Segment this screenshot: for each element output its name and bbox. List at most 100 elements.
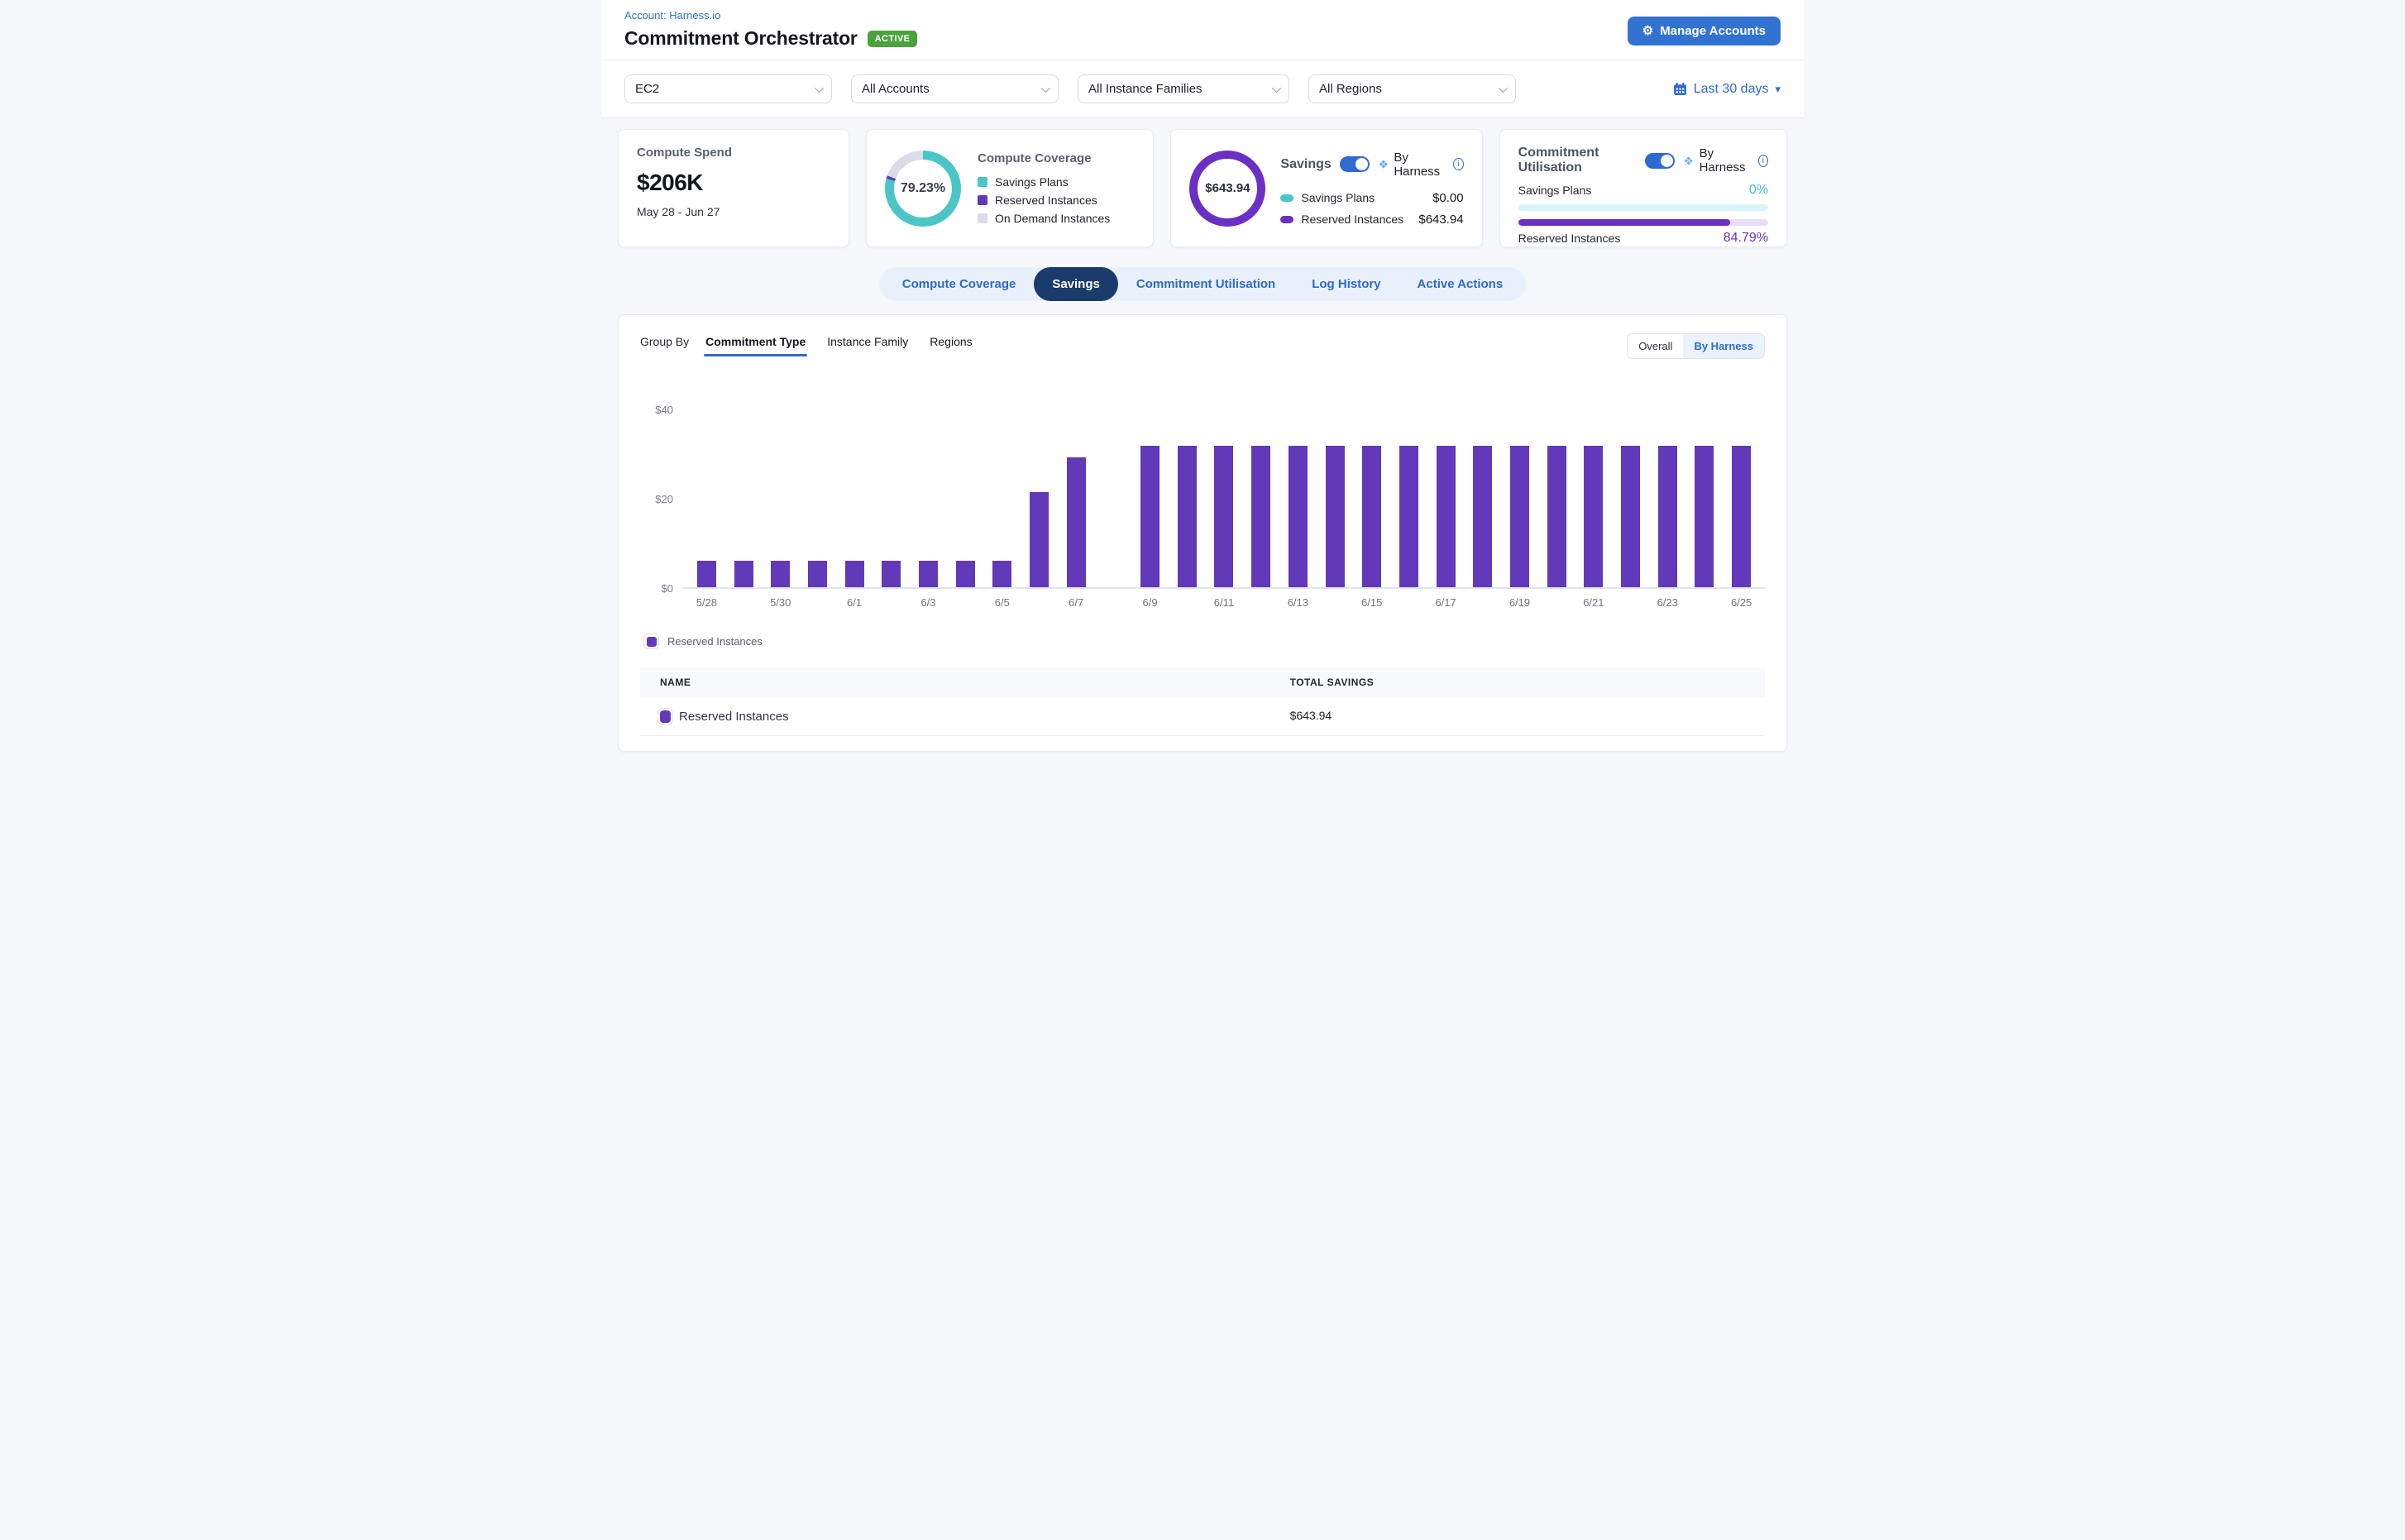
bar-6/18 [1464,397,1501,587]
bar-6/11 [1206,397,1243,587]
x-tick [1095,596,1132,609]
group-tab-commitment-type[interactable]: Commitment Type [704,333,807,356]
caret-down-icon: ▾ [1775,83,1781,96]
x-tick: 6/1 [836,596,873,609]
x-tick [799,596,836,609]
tab-compute-coverage[interactable]: Compute Coverage [884,267,1035,301]
info-icon[interactable]: i [1453,158,1464,170]
bar-5/31 [799,397,836,587]
savings-plans-swatch [978,177,987,187]
bar-6/13 [1279,397,1317,587]
bar-5/29 [725,397,763,587]
bar-5/28 [688,397,725,587]
commitment-utilisation-card: Commitment Utilisation By Harness i Savi… [1499,129,1787,247]
compute-spend-period: May 28 - Jun 27 [637,205,830,218]
x-axis: 5/285/306/16/36/56/76/96/116/136/156/176… [683,596,1765,609]
row-total-savings: $643.94 [1290,709,1332,722]
tab-active-actions[interactable]: Active Actions [1399,267,1522,301]
info-icon[interactable]: i [1758,155,1768,167]
bar-6/8 [1095,397,1132,587]
y-tick-40: $40 [655,404,673,416]
x-tick [1686,596,1724,609]
bar-6/10 [1169,397,1206,587]
on-demand-swatch [978,213,987,223]
group-tab-instance-family[interactable]: Instance Family [825,333,910,356]
legend-label: Reserved Instances [667,635,763,648]
bar-6/9 [1131,397,1169,587]
date-range-picker[interactable]: Last 30 days ▾ [1673,82,1781,97]
bar-6/2 [873,397,910,587]
x-tick [1021,596,1058,609]
utilisation-by-harness-toggle[interactable] [1645,153,1675,169]
savings-title: Savings [1280,157,1331,172]
chevron-down-icon [1499,83,1508,92]
coverage-donut-label: 79.23% [901,181,945,196]
view-toggle-overall[interactable]: Overall [1628,334,1683,358]
bar-6/25 [1723,397,1760,587]
x-tick: 6/21 [1575,596,1613,609]
accounts-select[interactable]: All Accounts [851,74,1059,103]
legend-swatch[interactable] [643,634,659,649]
instance-families-select[interactable]: All Instance Families [1078,74,1289,103]
savings-plans-swatch [1280,194,1293,202]
savings-donut-label: $643.94 [1205,181,1250,195]
savings-panel: Group By Commitment Type Instance Family… [618,314,1787,752]
x-tick [1464,596,1501,609]
bar-6/21 [1575,397,1613,587]
savings-by-harness-toggle[interactable] [1340,156,1370,172]
compute-coverage-title: Compute Coverage [978,151,1110,165]
x-tick: 6/7 [1058,596,1095,609]
savings-row-savings-plans: Savings Plans $0.00 [1280,191,1463,205]
harness-logo-icon [1378,157,1389,171]
table-row[interactable]: Reserved Instances $643.94 [640,697,1765,736]
group-tab-regions[interactable]: Regions [928,333,973,356]
bar-6/1 [836,397,873,587]
view-toggle-by-harness[interactable]: By Harness [1683,334,1764,358]
compute-coverage-card: 79.23% Compute Coverage Savings Plans Re… [866,129,1154,247]
savings-plans-label: Savings Plans [995,175,1069,189]
column-name: NAME [640,667,1270,697]
tab-commitment-utilisation[interactable]: Commitment Utilisation [1118,267,1293,301]
reserved-instances-swatch [1280,216,1293,223]
savings-plans-progress-bar [1518,204,1768,211]
reserved-instances-percent: 84.79% [1724,231,1768,246]
coverage-donut-chart: 79.23% [885,151,961,227]
chart-legend: Reserved Instances [643,634,1765,649]
bar-6/24 [1686,397,1724,587]
regions-select-value: All Regions [1319,82,1382,96]
y-axis: $40 $20 $0 [640,397,683,589]
on-demand-label: On Demand Instances [995,212,1110,225]
regions-select[interactable]: All Regions [1308,74,1516,103]
manage-accounts-button[interactable]: ⚙ Manage Accounts [1628,17,1781,45]
bar-5/30 [762,397,799,587]
legend-item-savings-plans: Savings Plans [978,175,1110,189]
x-tick: 6/17 [1427,596,1465,609]
bar-6/7 [1058,397,1095,587]
x-tick: 6/25 [1723,596,1760,609]
x-tick [1169,596,1206,609]
utilisation-by-harness-label: By Harness [1700,146,1750,175]
x-tick: 6/11 [1206,596,1243,609]
legend-item-on-demand: On Demand Instances [978,212,1110,225]
header-left: Account: Harness.io Commitment Orchestra… [624,8,917,50]
savings-plans-label: Savings Plans [1518,184,1592,197]
bar-6/6 [1021,397,1058,587]
service-select[interactable]: EC2 [624,74,832,103]
compute-spend-card: Compute Spend $206K May 28 - Jun 27 [618,129,849,247]
reserved-instances-swatch [978,195,987,205]
account-link[interactable]: Account: Harness.io [624,9,720,22]
savings-donut-chart: $643.94 [1189,151,1265,227]
tab-savings[interactable]: Savings [1034,267,1118,301]
tab-log-history[interactable]: Log History [1293,267,1399,301]
column-total-savings: TOTAL SAVINGS [1270,667,1765,697]
main-tabs-wrap: Compute Coverage Savings Commitment Util… [601,267,1804,301]
bar-6/17 [1427,397,1465,587]
reserved-instances-label: Reserved Instances [1301,213,1403,226]
savings-table: NAME TOTAL SAVINGS Reserved Instances $6… [640,667,1765,736]
y-tick-0: $0 [662,582,673,595]
reserved-instances-swatch [660,710,671,723]
bar-6/14 [1317,397,1354,587]
x-tick: 6/9 [1131,596,1169,609]
reserved-instances-label: Reserved Instances [995,194,1097,207]
view-toggle: Overall By Harness [1627,333,1765,359]
